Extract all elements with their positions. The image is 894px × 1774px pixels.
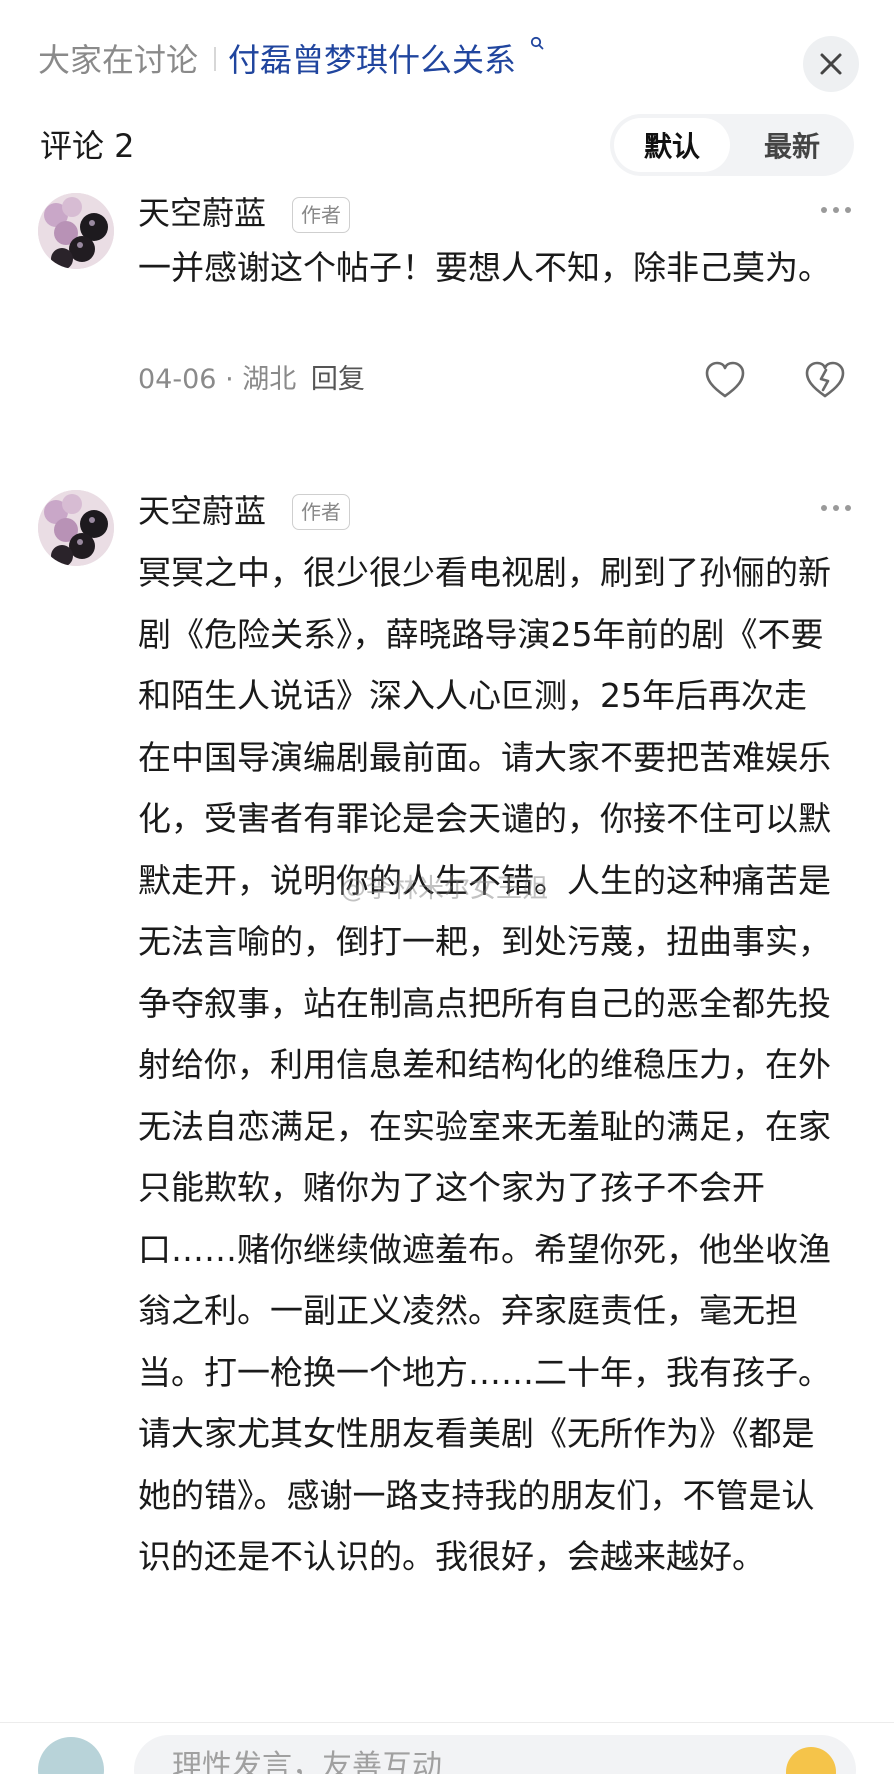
comment-input[interactable]: 理性发言，友善互动 xyxy=(134,1735,856,1774)
avatar[interactable] xyxy=(38,490,114,566)
more-icon[interactable] xyxy=(818,202,854,218)
comment-text: 一并感谢这个帖子！要想人不知，除非己莫为。 xyxy=(138,248,831,287)
meta-dot: · xyxy=(225,364,243,395)
avatar[interactable] xyxy=(38,193,114,269)
more-icon[interactable] xyxy=(818,500,854,516)
sort-default-button[interactable]: 默认 xyxy=(614,118,730,172)
comment-text: 冥冥之中，很少很少看电视剧，刷到了孙俪的新剧《危险关系》，薛晓路导演25年前的剧… xyxy=(138,553,831,1576)
reply-button[interactable]: 回复 xyxy=(311,364,365,395)
author-badge: 作者 xyxy=(292,494,350,530)
watermark: @李林米尔女王姐 xyxy=(340,874,549,904)
comment-meta: 04-06 · 湖北 回复 xyxy=(138,360,365,400)
comment-date: 04-06 xyxy=(138,364,217,395)
discussing-label: 大家在讨论 xyxy=(38,41,199,79)
avatar-image xyxy=(38,193,114,269)
my-avatar[interactable] xyxy=(38,1737,104,1774)
topbar: 大家在讨论 付磊曾梦琪什么关系 xyxy=(0,0,894,110)
comments-header: 评论 2 默认 最新 xyxy=(0,110,894,185)
like-icon[interactable] xyxy=(704,360,746,400)
search-icon[interactable] xyxy=(530,36,544,54)
comment-item: 天空蔚蓝 作者 一并感谢这个帖子！要想人不知，除非己莫为。 04-06 · 湖北… xyxy=(0,185,894,455)
comment-item: 天空蔚蓝 作者 冥冥之中，很少很少看电视剧，刷到了孙俪的新剧《危险关系》，薛晓路… xyxy=(0,485,894,1715)
author-badge: 作者 xyxy=(292,197,350,233)
trending-topic-link[interactable]: 付磊曾梦琪什么关系 xyxy=(228,38,516,82)
dislike-icon[interactable] xyxy=(804,360,846,400)
topbar-divider xyxy=(214,47,216,71)
comment-author[interactable]: 天空蔚蓝 xyxy=(138,191,266,235)
comment-input-bar: 理性发言，友善互动 xyxy=(0,1722,894,1774)
avatar-image xyxy=(38,490,114,566)
close-icon xyxy=(820,53,842,75)
close-button[interactable] xyxy=(803,36,859,92)
comments-count-title: 评论 2 xyxy=(40,127,135,165)
emoji-icon[interactable] xyxy=(786,1747,836,1774)
sort-latest-button[interactable]: 最新 xyxy=(734,118,850,172)
sort-toggle: 默认 最新 xyxy=(610,114,854,176)
comments-sheet: 大家在讨论 付磊曾梦琪什么关系 评论 2 默认 最新 天空蔚蓝 作者 一并感谢这… xyxy=(0,0,894,1774)
comment-author[interactable]: 天空蔚蓝 xyxy=(138,489,266,533)
comment-location: 湖北 xyxy=(242,364,297,395)
comment-input-placeholder: 理性发言，友善互动 xyxy=(172,1749,442,1774)
